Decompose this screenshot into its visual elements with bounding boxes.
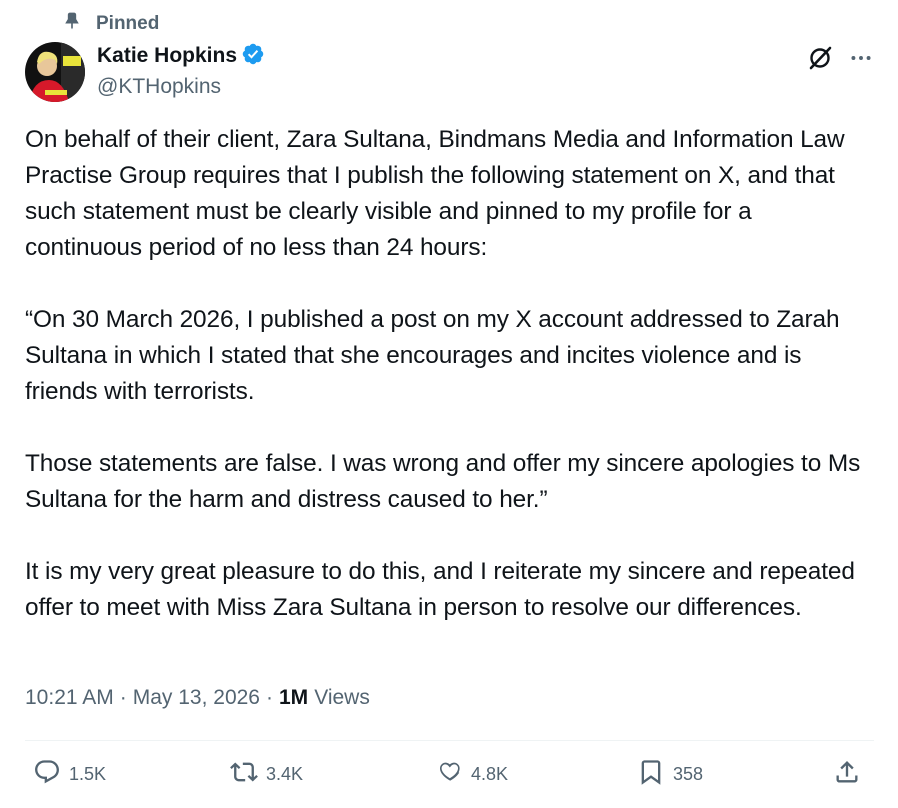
tweet-date[interactable]: May 13, 2026 bbox=[133, 686, 260, 710]
bookmark-count: 358 bbox=[673, 764, 704, 784]
more-horizontal-icon[interactable] bbox=[848, 45, 874, 76]
like-button[interactable]: 4.8K bbox=[435, 758, 508, 791]
tweet-paragraph: Those statements are false. I was wrong … bbox=[25, 450, 861, 513]
bookmark-button[interactable]: 358 bbox=[637, 758, 703, 791]
reply-button[interactable]: 1.5K bbox=[33, 758, 106, 791]
tweet-paragraph: On behalf of their client, Zara Sultana,… bbox=[25, 126, 845, 261]
heart-icon bbox=[435, 758, 463, 791]
tweet-text: On behalf of their client, Zara Sultana,… bbox=[25, 122, 875, 626]
grok-icon[interactable] bbox=[806, 44, 834, 77]
repost-button[interactable]: 3.4K bbox=[230, 758, 303, 791]
meta-separator: · bbox=[266, 686, 273, 709]
action-bar: 1.5K 3.4K 4.8K 358 bbox=[25, 758, 875, 798]
pin-icon bbox=[62, 11, 82, 37]
display-name[interactable]: Katie Hopkins bbox=[97, 44, 237, 68]
repost-count: 3.4K bbox=[266, 764, 304, 784]
tweet-card: Pinned Katie Hopkins @KTHopkins On behal… bbox=[0, 0, 898, 808]
views-label: Views bbox=[314, 686, 370, 709]
tweet-meta: 10:21 AM · May 13, 2026 · 1M Views bbox=[25, 686, 370, 710]
pinned-indicator: Pinned bbox=[62, 11, 159, 37]
pinned-label: Pinned bbox=[96, 13, 160, 34]
share-icon bbox=[833, 758, 861, 791]
share-button[interactable] bbox=[833, 758, 861, 791]
like-count: 4.8K bbox=[471, 764, 509, 784]
reply-icon bbox=[33, 758, 61, 791]
meta-separator: · bbox=[119, 686, 127, 709]
author-block: Katie Hopkins @KTHopkins bbox=[97, 42, 265, 99]
author-handle[interactable]: @KTHopkins bbox=[97, 75, 265, 99]
tweet-time[interactable]: 10:21 AM bbox=[25, 686, 114, 710]
tweet-paragraph: It is my very great pleasure to do this,… bbox=[25, 558, 855, 621]
divider bbox=[25, 740, 874, 741]
tweet-paragraph: “On 30 March 2026, I published a post on… bbox=[25, 306, 840, 405]
header-actions bbox=[806, 44, 874, 77]
verified-badge-icon[interactable] bbox=[241, 42, 265, 71]
avatar[interactable] bbox=[25, 42, 85, 102]
repost-icon bbox=[230, 758, 258, 791]
views-count: 1M bbox=[279, 686, 309, 709]
reply-count: 1.5K bbox=[69, 764, 107, 784]
bookmark-icon bbox=[637, 758, 665, 791]
